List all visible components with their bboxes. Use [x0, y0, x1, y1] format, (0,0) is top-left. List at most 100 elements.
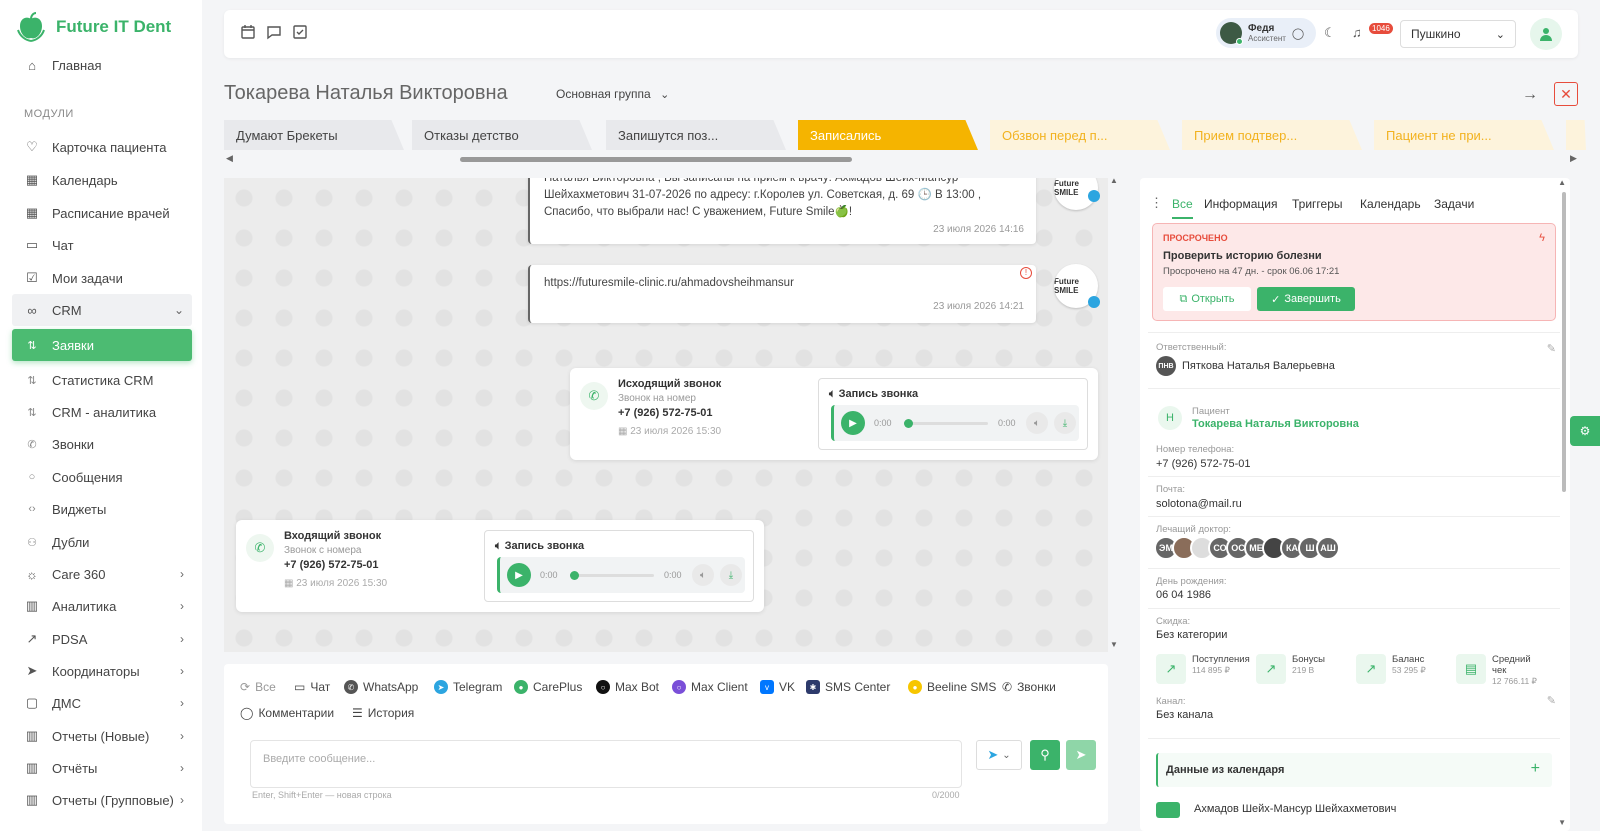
finish-label: Завершить — [1284, 293, 1341, 305]
nav-coordinators[interactable]: ➤ Координаторы › — [12, 655, 192, 687]
open-task-button[interactable]: ⧉ Открыть — [1163, 287, 1251, 311]
stat-value: 12 766.11 ₽ — [1492, 676, 1537, 686]
nav-requests[interactable]: ⇅ Заявки — [12, 329, 192, 361]
channel-max-bot[interactable]: ○ Max Bot — [596, 680, 659, 694]
scroll-down-icon[interactable]: ▼ — [1110, 640, 1118, 649]
calendar-data-section[interactable]: Данные из календаря + — [1156, 753, 1552, 787]
stage-3[interactable]: Записались — [798, 120, 978, 150]
stage-7[interactable] — [1566, 120, 1586, 150]
channel-comments[interactable]: ◯ Комментарии — [240, 706, 334, 720]
stage-0[interactable]: Думают Брекеты — [224, 120, 404, 150]
patient-name-link[interactable]: Токарева Наталья Викторовна — [1192, 418, 1359, 430]
tab-calendar[interactable]: Календарь — [1360, 197, 1421, 211]
channel-telegram[interactable]: ➤ Telegram — [434, 680, 502, 694]
nav-patient-card[interactable]: ♡ Карточка пациента — [12, 131, 192, 163]
nav-care360[interactable]: ☼ Care 360 › — [12, 558, 192, 590]
nav-pdsa[interactable]: ↗ PDSA › — [12, 623, 192, 655]
channel-careplus[interactable]: ● CarePlus — [514, 680, 582, 694]
nav-analytics[interactable]: ▥ Аналитика › — [12, 590, 192, 622]
nav-messages[interactable]: ○ Сообщения — [12, 461, 192, 493]
channel-all[interactable]: ⟳ Все — [240, 680, 276, 694]
nav-chat[interactable]: ▭ Чат — [12, 229, 192, 261]
progress-knob[interactable] — [570, 571, 579, 580]
stage-1[interactable]: Отказы детство — [412, 120, 592, 150]
doctor-avatar[interactable]: АШ — [1316, 536, 1340, 560]
scroll-down-icon[interactable]: ▼ — [1558, 818, 1566, 827]
channel-vk[interactable]: v VK — [760, 680, 795, 694]
nav-duplicates[interactable]: ⚇ Дубли — [12, 526, 192, 558]
download-button[interactable]: ⤓ — [1054, 412, 1076, 434]
notification-badge: 1046 — [1369, 23, 1393, 34]
pipeline-scrollbar[interactable] — [460, 157, 852, 162]
tab-info[interactable]: Информация — [1204, 197, 1277, 211]
play-button[interactable]: ▶ — [841, 411, 865, 435]
nav-crm[interactable]: ∞ CRM ⌄ — [12, 294, 192, 326]
channel-calls[interactable]: ✆ Звонки — [1002, 680, 1056, 694]
char-counter: 0/2000 — [932, 790, 960, 800]
channel-history[interactable]: ☰ История — [352, 706, 414, 720]
tab-all[interactable]: Все — [1172, 197, 1193, 219]
send-button[interactable]: ➤ — [1066, 740, 1096, 770]
profile-button[interactable] — [1530, 18, 1562, 50]
channel-whatsapp[interactable]: ✆ WhatsApp — [344, 680, 418, 694]
tab-triggers[interactable]: Триггеры — [1292, 197, 1343, 211]
edit-icon[interactable]: ✎ — [1547, 342, 1556, 355]
stage-2[interactable]: Запишутся поз... — [606, 120, 786, 150]
arrow-right-icon[interactable]: → — [1522, 86, 1540, 104]
channel-max-client[interactable]: ○ Max Client — [672, 680, 748, 694]
nav-calls[interactable]: ✆ Звонки — [12, 428, 192, 460]
plus-icon[interactable]: + — [1531, 760, 1540, 778]
user-pill[interactable]: Федя Ассистент ◯ — [1216, 18, 1316, 48]
nav-reports-new[interactable]: ▥ Отчеты (Новые) › — [12, 720, 192, 752]
nav-calendar[interactable]: ▦ Календарь — [12, 164, 192, 196]
more-icon[interactable]: ⋮ — [1150, 195, 1163, 211]
nav-widgets[interactable]: ‹› Виджеты — [12, 493, 192, 525]
nav-tasks[interactable]: ☑ Мои задачи — [12, 262, 192, 294]
channel-chat[interactable]: ▭ Чат — [294, 680, 330, 694]
volume-button[interactable]: 🔈︎ — [1026, 412, 1048, 434]
nav-reports-group[interactable]: ▥ Отчеты (Групповые) › — [12, 784, 192, 816]
chat-icon[interactable] — [266, 24, 286, 44]
branch-select[interactable]: Пушкино ⌄ — [1400, 20, 1516, 48]
channel-sms-center[interactable]: ✱ SMS Center — [806, 680, 890, 694]
stage-6[interactable]: Пациент не при... — [1374, 120, 1554, 150]
finish-task-button[interactable]: ✓ Завершить — [1257, 287, 1355, 311]
edit-icon[interactable]: ✎ — [1547, 694, 1556, 707]
channel-select[interactable]: ➤ ⌄ — [976, 740, 1022, 770]
group-select[interactable]: Основная группа ⌄ — [556, 87, 669, 101]
volume-button[interactable]: 🔈︎ — [692, 564, 714, 586]
nav-crm-analytics[interactable]: ⇅ CRM - аналитика — [12, 396, 192, 428]
download-button[interactable]: ⤓ — [720, 564, 742, 586]
close-button[interactable]: ✕ — [1554, 82, 1578, 106]
panel-scrollbar[interactable] — [1562, 192, 1566, 492]
responsible-avatar: ПНВ — [1156, 356, 1176, 376]
calendar-icon[interactable] — [240, 24, 260, 44]
nav-crm-stats[interactable]: ⇅ Статистика CRM — [12, 364, 192, 396]
scroll-right-icon[interactable]: ▶ — [1570, 153, 1577, 164]
channel-beeline[interactable]: ● Beeline SMS — [908, 680, 996, 694]
nav-schedule[interactable]: ▦ Расписание врачей — [12, 197, 192, 229]
stage-4[interactable]: Обзвон перед п... — [990, 120, 1170, 150]
progress-bar[interactable] — [904, 422, 988, 425]
sun-icon: ☼ — [26, 566, 38, 582]
attach-button[interactable]: ⚲ — [1030, 740, 1060, 770]
checkbox-icon[interactable] — [292, 24, 312, 44]
overdue-desc: Просрочено на 47 дн. - срок 06.06 17:21 — [1163, 266, 1340, 277]
progress-bar[interactable] — [570, 574, 654, 577]
nav-reports[interactable]: ▥ Отчёты › — [12, 752, 192, 784]
scroll-up-icon[interactable]: ▲ — [1110, 176, 1118, 185]
tab-tasks[interactable]: Задачи — [1434, 197, 1474, 211]
play-button[interactable]: ▶ — [507, 563, 531, 587]
scroll-up-icon[interactable]: ▲ — [1558, 178, 1566, 187]
scroll-left-icon[interactable]: ◀ — [226, 153, 233, 164]
progress-knob[interactable] — [904, 419, 913, 428]
error-icon: ! — [1020, 267, 1032, 279]
nav-home[interactable]: ⌂ Главная — [12, 49, 192, 81]
settings-side-tab[interactable]: ⚙ — [1570, 416, 1600, 446]
message-input[interactable]: Введите сообщение... — [250, 740, 962, 788]
moon-icon[interactable]: ☾ — [1324, 25, 1344, 45]
channel-label: История — [367, 706, 415, 720]
stage-5[interactable]: Прием подтвер... — [1182, 120, 1362, 150]
nav-dms[interactable]: ▢ ДМС › — [12, 687, 192, 719]
app-logo[interactable]: Future IT Dent — [14, 10, 171, 44]
